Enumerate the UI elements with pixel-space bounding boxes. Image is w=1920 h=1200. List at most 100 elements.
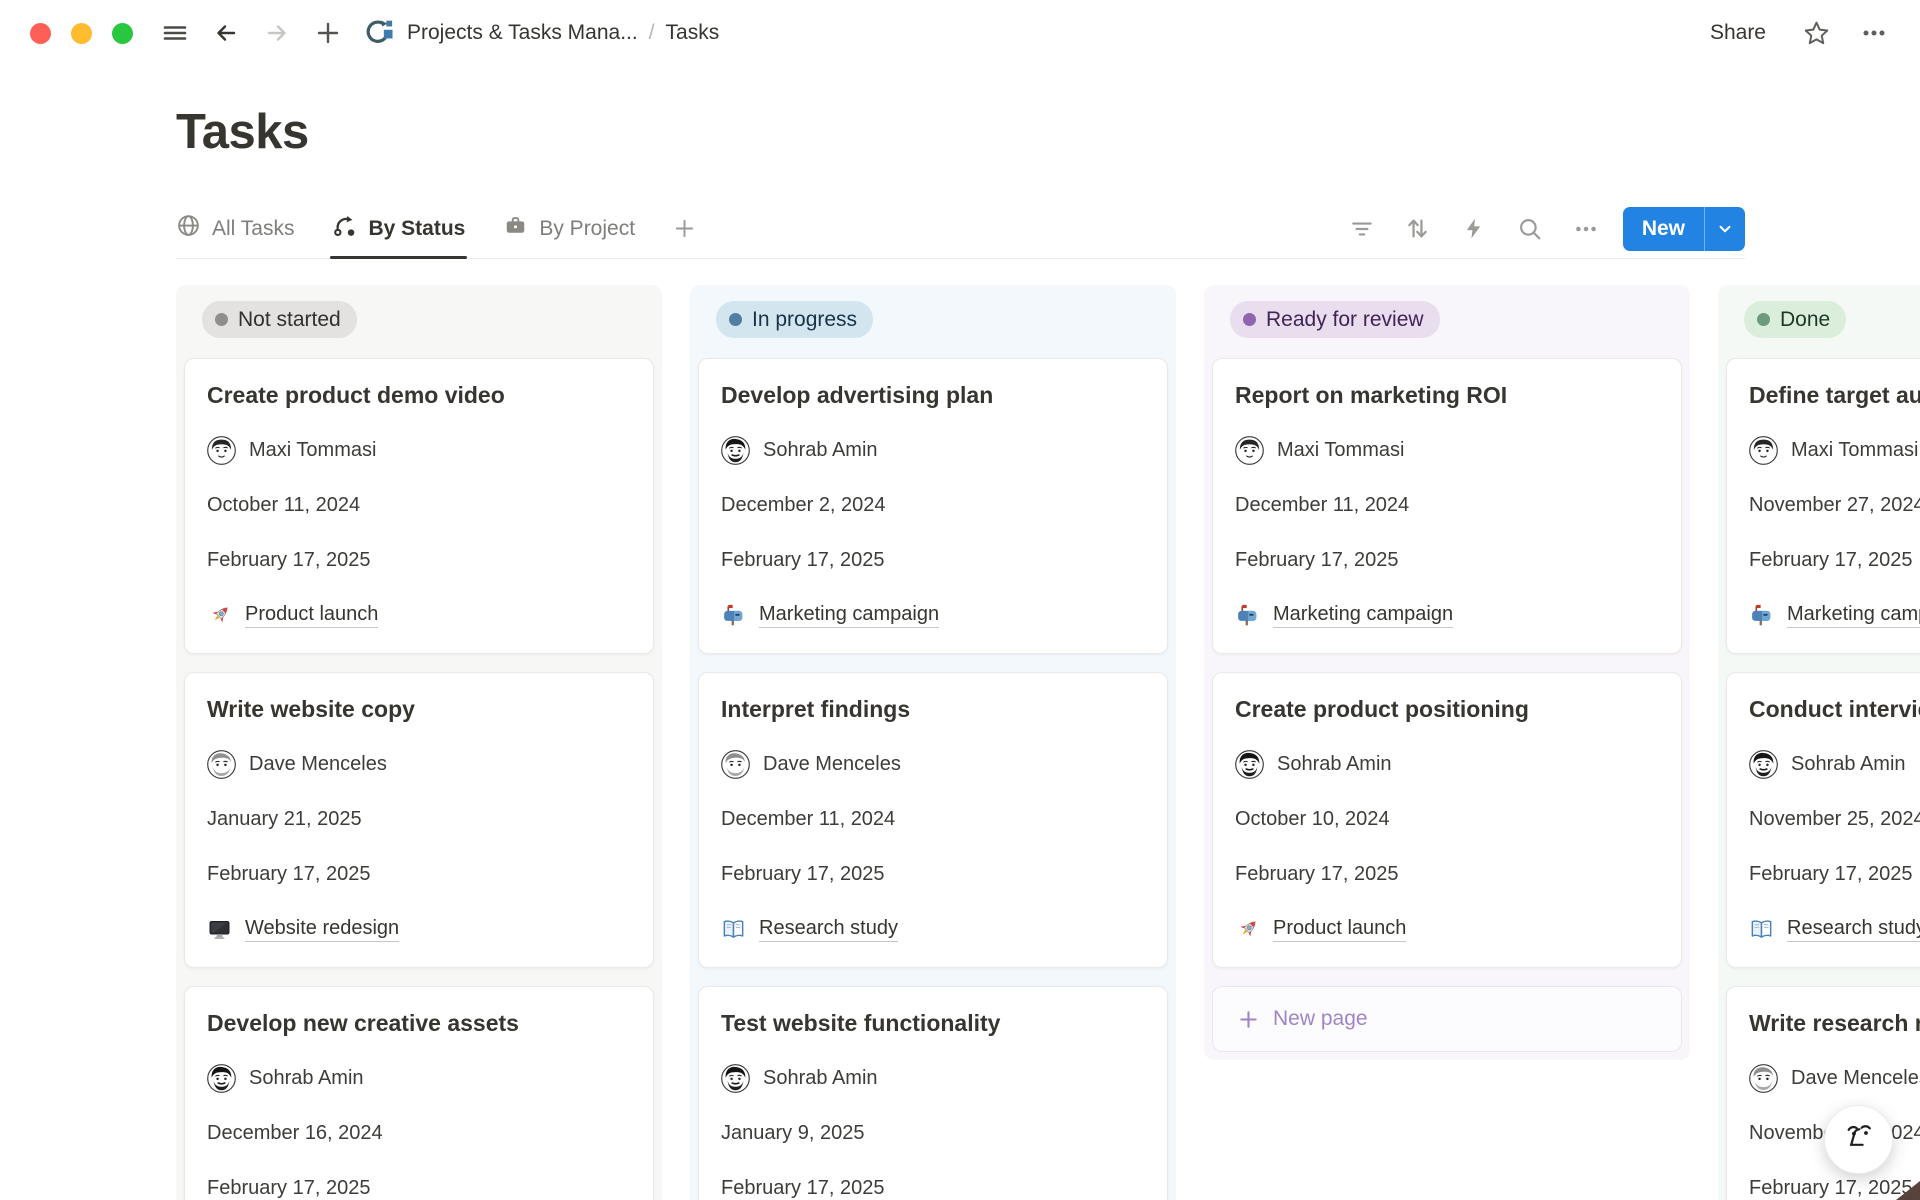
end-date: February 17, 2025 xyxy=(1235,860,1659,888)
start-date: November 27, 2024 xyxy=(1749,491,1920,519)
project-relation: Research study xyxy=(1749,915,1920,943)
assignee-row: Maxi Tommasi xyxy=(1749,436,1920,464)
mailbox-icon xyxy=(1235,603,1260,628)
project-link[interactable]: Website redesign xyxy=(245,917,399,942)
minimize-button[interactable] xyxy=(71,23,92,44)
task-card[interactable]: Test website functionality Sohrab Amin Jan… xyxy=(698,986,1168,1200)
end-date: February 17, 2025 xyxy=(207,860,631,888)
kanban-column-not-started: Not started Create product demo videoMaxi… xyxy=(176,285,662,1200)
task-title: Test website functionality xyxy=(721,1009,1145,1037)
more-options-icon[interactable] xyxy=(1858,17,1890,49)
task-card[interactable]: Develop advertising planSohrab AminDecem… xyxy=(698,358,1168,654)
project-link[interactable]: Marketing campaign xyxy=(1273,603,1453,628)
task-card[interactable]: Create product positioningSohrab AminOct… xyxy=(1212,672,1682,968)
new-button[interactable]: New xyxy=(1623,207,1704,251)
task-card[interactable]: Create product demo videoMaxi TommasiOct… xyxy=(184,358,654,654)
assignee-name: Maxi Tommasi xyxy=(249,439,376,462)
plus-icon xyxy=(1237,1008,1260,1031)
assignee-name: Sohrab Amin xyxy=(763,1067,878,1090)
avatar xyxy=(207,750,236,779)
sidebar-menu-icon[interactable] xyxy=(159,17,191,49)
tab-label: By Status xyxy=(368,217,465,241)
end-date: February 17, 2025 xyxy=(1749,860,1920,888)
rocket-icon xyxy=(1235,917,1260,942)
breadcrumb-page[interactable]: Tasks xyxy=(666,21,720,45)
project-relation: Marketing campaign xyxy=(721,601,1145,629)
tab-label: All Tasks xyxy=(212,217,294,241)
avatar xyxy=(721,436,750,465)
avatar xyxy=(207,436,236,465)
status-badge[interactable]: Not started xyxy=(202,301,357,338)
assignee-row: Sohrab Amin xyxy=(1235,750,1659,778)
more-view-options-icon[interactable] xyxy=(1571,214,1601,244)
task-card[interactable]: Define target audience Maxi Tommasi Novemb… xyxy=(1726,358,1920,654)
kanban-column-done: Done Define target audience Maxi Tommasi No… xyxy=(1718,285,1920,1200)
project-relation: Product launch xyxy=(1235,915,1659,943)
task-title: Develop advertising plan xyxy=(721,381,1145,409)
project-relation: Research study xyxy=(721,915,1145,943)
avatar xyxy=(1235,436,1264,465)
tab-by-project[interactable]: By Project xyxy=(503,199,635,258)
search-icon[interactable] xyxy=(1515,214,1545,244)
status-badge[interactable]: Ready for review xyxy=(1230,301,1440,338)
project-link[interactable]: Product launch xyxy=(1273,917,1406,942)
briefcase-icon xyxy=(503,213,528,244)
new-page-button[interactable]: New page xyxy=(1212,986,1682,1052)
task-card[interactable]: Report on marketing ROIMaxi TommasiDecem… xyxy=(1212,358,1682,654)
forward-icon[interactable] xyxy=(261,17,293,49)
new-tab-icon[interactable] xyxy=(312,17,344,49)
assignee-row: Sohrab Amin xyxy=(1749,750,1920,778)
new-dropdown-button[interactable] xyxy=(1705,207,1745,251)
project-link[interactable]: Marketing campaign xyxy=(1787,603,1920,628)
zoom-button[interactable] xyxy=(112,23,133,44)
task-title: Define target audience xyxy=(1749,381,1920,409)
share-button[interactable]: Share xyxy=(1710,21,1766,45)
task-card[interactable]: Develop new creative assetsSohrab AminDe… xyxy=(184,986,654,1200)
tab-by-status[interactable]: By Status xyxy=(332,199,465,258)
breadcrumb-workspace[interactable]: Projects & Tasks Mana... xyxy=(407,21,638,45)
project-link[interactable]: Product launch xyxy=(245,603,378,628)
page-title: Tasks xyxy=(176,104,309,160)
column-header: In progress xyxy=(716,301,1168,338)
assignee-row: Sohrab Amin xyxy=(721,1064,1145,1092)
ai-assistant-button[interactable] xyxy=(1824,1105,1893,1174)
start-date: November 25, 2024 xyxy=(1749,805,1920,833)
column-header: Not started xyxy=(202,301,654,338)
task-card[interactable]: Write research reportDave MencelesNovemb… xyxy=(1726,986,1920,1200)
book-icon xyxy=(721,917,746,942)
status-label: Done xyxy=(1780,308,1830,332)
project-link[interactable]: Marketing campaign xyxy=(759,603,939,628)
avatar xyxy=(1749,1064,1778,1093)
lightning-icon[interactable] xyxy=(1459,214,1489,244)
tab-all-tasks[interactable]: All Tasks xyxy=(176,199,294,258)
task-card[interactable]: Write website copyDave MencelesJanuary 2… xyxy=(184,672,654,968)
sort-icon[interactable] xyxy=(1403,214,1433,244)
task-card[interactable]: Interpret findingsDave MencelesDecember … xyxy=(698,672,1168,968)
status-label: Not started xyxy=(238,308,341,332)
start-date: January 9, 2025 xyxy=(721,1119,1145,1147)
start-date: October 11, 2024 xyxy=(207,491,631,519)
assignee-name: Sohrab Amin xyxy=(1277,753,1392,776)
breadcrumb: Projects & Tasks Mana... / Tasks xyxy=(407,21,719,45)
filter-icon[interactable] xyxy=(1347,214,1377,244)
back-icon[interactable] xyxy=(210,17,242,49)
status-badge[interactable]: In progress xyxy=(716,301,873,338)
task-card[interactable]: Conduct interviewsSohrab AminNovember 25… xyxy=(1726,672,1920,968)
start-date: December 16, 2024 xyxy=(207,1119,631,1147)
assignee-name: Sohrab Amin xyxy=(763,439,878,462)
monitor-icon xyxy=(207,917,232,942)
project-link[interactable]: Research study xyxy=(1787,917,1920,942)
add-view-button[interactable] xyxy=(673,199,696,258)
mailbox-icon xyxy=(1749,603,1774,628)
start-date: October 10, 2024 xyxy=(1235,805,1659,833)
favorite-star-icon[interactable] xyxy=(1800,17,1832,49)
status-badge[interactable]: Done xyxy=(1744,301,1846,338)
status-icon xyxy=(332,213,357,244)
status-label: In progress xyxy=(752,308,857,332)
tab-label: By Project xyxy=(539,217,635,241)
status-dot xyxy=(729,313,742,326)
avatar xyxy=(1749,436,1778,465)
close-button[interactable] xyxy=(30,23,51,44)
task-title: Write research report xyxy=(1749,1009,1920,1037)
project-link[interactable]: Research study xyxy=(759,917,898,942)
